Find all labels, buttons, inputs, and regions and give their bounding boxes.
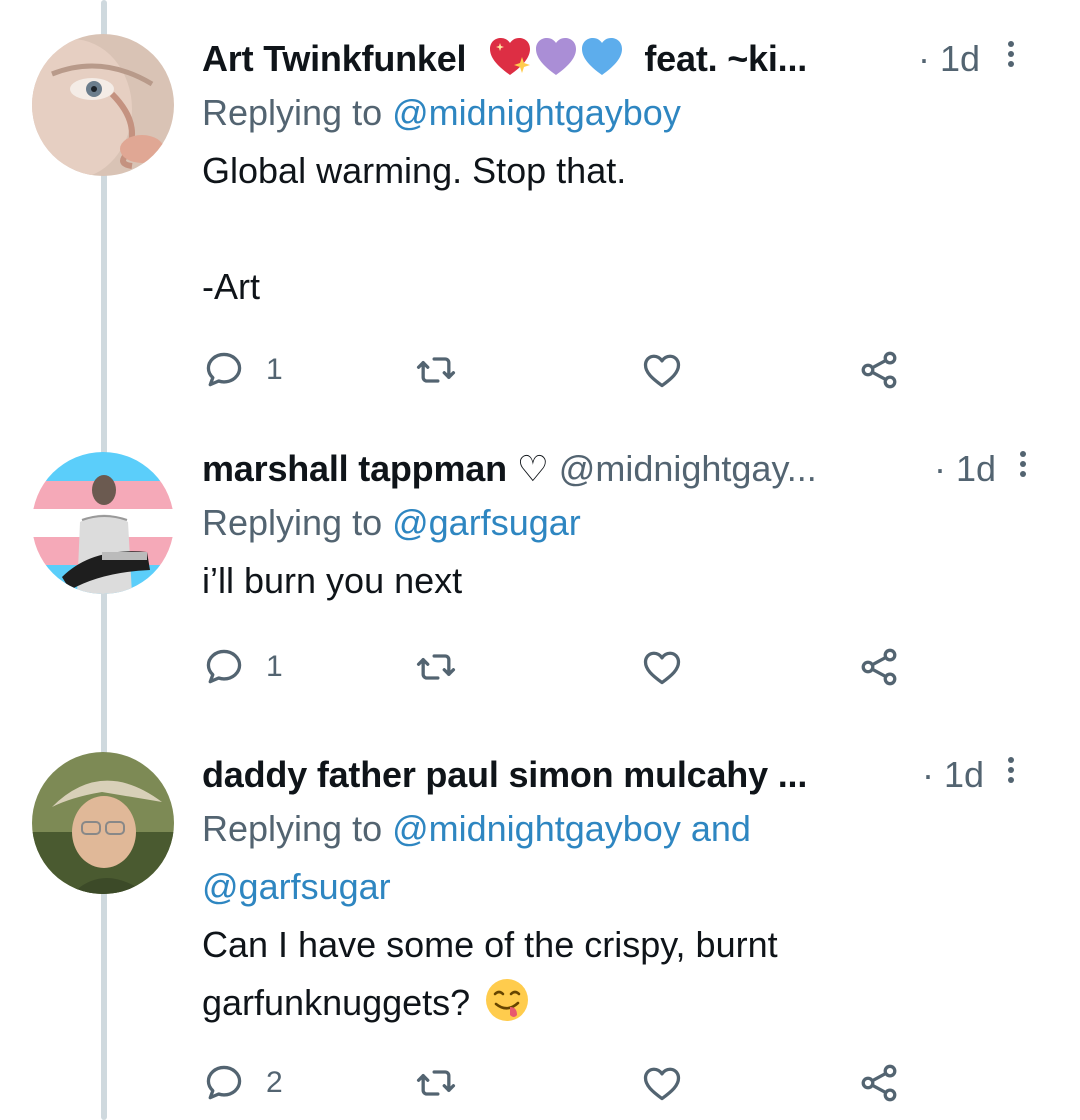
purple-heart-icon (536, 38, 577, 75)
timestamp[interactable]: · 1d (918, 34, 980, 84)
reply-icon (206, 649, 242, 684)
replying-to: Replying to @midnightgayboy and @garfsug… (202, 800, 1060, 916)
reply-count: 1 (266, 650, 283, 683)
heart-icon (643, 1067, 681, 1101)
reply-button[interactable]: 2 (202, 1058, 283, 1108)
name-emojis (488, 37, 624, 77)
tweet-1-header: Art Twinkfunkel feat. ~ki... · 1d (202, 34, 1060, 84)
tweet-1-actions: 1 (202, 345, 922, 395)
display-name[interactable]: marshall tappman ♡ (202, 448, 549, 489)
blue-heart-icon (582, 38, 623, 75)
retweet-button[interactable] (414, 1058, 458, 1108)
replying-to-link-2[interactable]: @garfsugar (202, 866, 391, 907)
tweet-3[interactable]: daddy father paul simon mulcahy ... · 1d… (202, 750, 1060, 1032)
reply-button[interactable]: 1 (202, 642, 283, 692)
like-button[interactable] (640, 345, 684, 395)
display-name[interactable]: Art Twinkfunkel (202, 38, 467, 79)
tweet-text: i’ll burn you next (202, 560, 463, 601)
reply-icon (206, 1065, 242, 1100)
avatar-art-twinkfunkel[interactable] (32, 34, 174, 176)
retweet-button[interactable] (414, 345, 458, 395)
replying-to: Replying to @midnightgayboy (202, 84, 1060, 142)
retweet-icon (416, 1070, 456, 1096)
replying-to-prefix: Replying to (202, 808, 393, 849)
avatar-marshall-tappman[interactable] (32, 452, 174, 594)
avatar-paul-simon-mulcahy[interactable] (32, 752, 174, 894)
replying-to-link[interactable]: @midnightgayboy and (392, 808, 751, 849)
reply-icon (206, 352, 242, 387)
like-button[interactable] (640, 642, 684, 692)
timestamp[interactable]: · 1d (934, 444, 996, 494)
retweet-icon (416, 357, 456, 383)
retweet-button[interactable] (414, 642, 458, 692)
replying-to-prefix: Replying to (202, 92, 393, 133)
tweet-2-actions: 1 (202, 642, 922, 692)
more-options-icon[interactable] (1004, 754, 1018, 794)
sparkling-heart-icon (490, 38, 531, 75)
tweet-text: Global warming. Stop that. -Art (202, 150, 627, 307)
reply-button[interactable]: 1 (202, 345, 283, 395)
replying-to-link[interactable]: @midnightgayboy (392, 92, 681, 133)
share-icon (861, 351, 897, 389)
tweet-text-wrap: Can I have some of the crispy, burnt gar… (202, 916, 902, 1032)
tweet-2-header: marshall tappman ♡ @midnightgay... · 1d (202, 444, 1060, 494)
share-icon (861, 648, 897, 686)
tweet-2[interactable]: marshall tappman ♡ @midnightgay... · 1d … (202, 444, 1060, 610)
share-icon (861, 1064, 897, 1102)
replying-to: Replying to @garfsugar (202, 494, 1060, 552)
timestamp[interactable]: · 1d (922, 750, 984, 800)
reply-count: 1 (266, 353, 283, 386)
retweet-icon (416, 654, 456, 680)
reply-count: 2 (266, 1066, 283, 1099)
share-button[interactable] (857, 642, 901, 692)
face-savoring-food-icon (486, 979, 529, 1021)
tweet-1[interactable]: Art Twinkfunkel feat. ~ki... · 1d Replyi… (202, 34, 1060, 316)
heart-icon (643, 354, 681, 388)
more-options-icon[interactable] (1016, 448, 1030, 488)
share-button[interactable] (857, 345, 901, 395)
like-button[interactable] (640, 1058, 684, 1108)
replying-to-prefix: Replying to (202, 502, 393, 543)
handle[interactable]: @midnightgay... (559, 448, 817, 489)
tweet-3-actions: 2 (202, 1058, 922, 1108)
replying-to-link[interactable]: @garfsugar (392, 502, 581, 543)
share-button[interactable] (857, 1058, 901, 1108)
heart-icon (643, 651, 681, 685)
display-name-suffix[interactable]: feat. ~ki... (644, 38, 807, 79)
display-name[interactable]: daddy father paul simon mulcahy ... (202, 754, 807, 795)
tweet-3-header: daddy father paul simon mulcahy ... · 1d (202, 750, 1060, 800)
more-options-icon[interactable] (1004, 38, 1018, 78)
